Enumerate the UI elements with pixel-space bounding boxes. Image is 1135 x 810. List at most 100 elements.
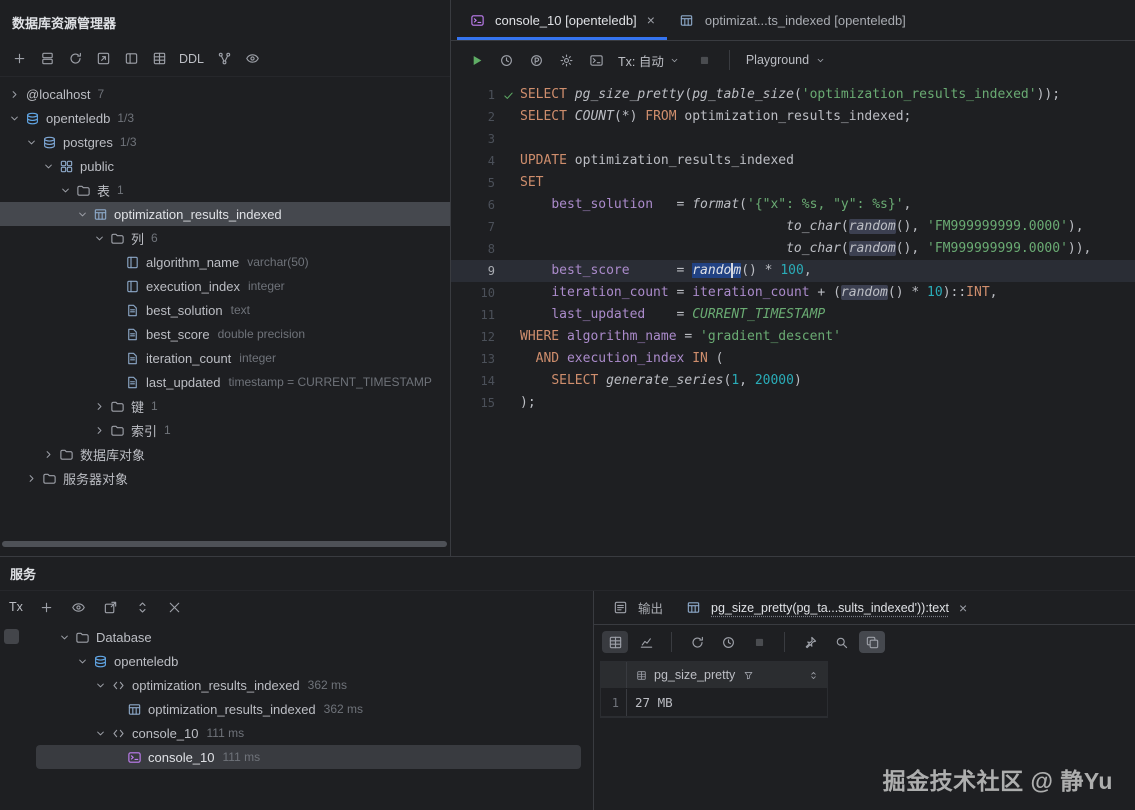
ddl-button[interactable]: DDL <box>174 49 209 69</box>
services-tree-item[interactable]: console_10 111 ms <box>36 745 581 769</box>
explorer-tree-item[interactable]: 列6 <box>0 226 450 250</box>
add-datasource-button[interactable] <box>6 48 32 70</box>
playground-select[interactable]: Playground <box>741 49 833 71</box>
chevron-right-icon[interactable] <box>91 422 107 438</box>
collapse-all-button[interactable] <box>162 596 188 618</box>
explorer-tree-item[interactable]: public <box>0 154 450 178</box>
expand-all-button[interactable] <box>130 596 156 618</box>
explorer-tree-item[interactable]: 服务器对象 <box>0 466 450 490</box>
results-tab[interactable]: 输出 <box>602 591 673 624</box>
open-console-button[interactable] <box>583 49 609 71</box>
code-line[interactable]: 3 <box>451 128 1135 150</box>
chevron-right-icon[interactable] <box>40 446 56 462</box>
services-tree-item[interactable]: console_10 111 ms <box>36 721 581 745</box>
grid-corner-cell[interactable] <box>601 662 627 688</box>
chevron-down-icon[interactable] <box>40 158 56 174</box>
chevron-down-icon[interactable] <box>57 182 73 198</box>
code-line[interactable]: 2 SELECT COUNT(*) FROM optimization_resul… <box>451 106 1135 128</box>
code-line[interactable]: 1 SELECT pg_size_pretty(pg_table_size('op… <box>451 84 1135 106</box>
explorer-tree-item[interactable]: 表1 <box>0 178 450 202</box>
layout-button[interactable] <box>118 48 144 70</box>
sql-editor[interactable]: 1 SELECT pg_size_pretty(pg_table_size('op… <box>451 79 1135 414</box>
tab-close-icon[interactable]: × <box>959 601 967 615</box>
explorer-tree-item[interactable]: postgres 1/3 <box>0 130 450 154</box>
settings-button[interactable] <box>553 49 579 71</box>
chevron-right-icon[interactable] <box>91 398 107 414</box>
chevron-right-icon[interactable] <box>23 470 39 486</box>
horizontal-scrollbar-thumb[interactable] <box>2 541 447 547</box>
services-tree-item[interactable]: optimization_results_indexed 362 ms <box>36 673 581 697</box>
explorer-tree-item[interactable]: last_updated timestamp = CURRENT_TIMESTAM… <box>0 370 450 394</box>
jump-to-ddl-button[interactable] <box>90 48 116 70</box>
stop-button[interactable] <box>692 49 718 71</box>
tx-filter[interactable]: Tx <box>4 597 28 617</box>
pin-tab-button[interactable] <box>797 631 823 653</box>
explorer-tree-item[interactable]: best_score double precision <box>0 322 450 346</box>
explorer-tree-item[interactable]: optimization_results_indexed <box>0 202 450 226</box>
reload-button[interactable] <box>684 631 710 653</box>
chevron-down-icon[interactable] <box>92 725 108 741</box>
services-rail-icon[interactable] <box>3 629 19 644</box>
tx-mode-select[interactable]: Tx: 自动 <box>613 48 688 73</box>
tab-close-icon[interactable]: × <box>647 13 655 27</box>
explorer-tree-item[interactable]: best_solution text <box>0 298 450 322</box>
grid-row[interactable]: 1 27 MB <box>601 689 827 717</box>
explorer-tree-item[interactable]: @localhost 7 <box>0 82 450 106</box>
tree-item-badge: 1 <box>164 423 171 437</box>
grid-view-button[interactable] <box>602 631 628 653</box>
chevron-down-icon[interactable] <box>91 230 107 246</box>
explain-plan-button[interactable] <box>523 49 549 71</box>
chevron-down-icon[interactable] <box>56 629 72 645</box>
grid-column-header[interactable]: pg_size_pretty <box>627 662 827 688</box>
execution-history-button[interactable] <box>493 49 519 71</box>
history-button[interactable] <box>715 631 741 653</box>
explorer-tree-item[interactable]: openteledb 1/3 <box>0 106 450 130</box>
code-line[interactable]: 14 SELECT generate_series(1, 20000) <box>451 370 1135 392</box>
explorer-tree-item[interactable]: iteration_count integer <box>0 346 450 370</box>
datasource-properties-button[interactable] <box>34 48 60 70</box>
services-tree-item[interactable]: optimization_results_indexed 362 ms <box>36 697 581 721</box>
editor-tab[interactable]: optimizat...ts_indexed [openteledb] <box>667 0 918 40</box>
chevron-down-icon[interactable] <box>74 653 90 669</box>
chevron-down-icon[interactable] <box>23 134 39 150</box>
services-tree-item[interactable]: Database <box>36 625 581 649</box>
view-options-button[interactable] <box>239 48 265 70</box>
refresh-button[interactable] <box>62 48 88 70</box>
search-button[interactable] <box>828 631 854 653</box>
run-button[interactable] <box>463 49 489 71</box>
explorer-tree-item[interactable]: execution_index integer <box>0 274 450 298</box>
chevron-down-icon[interactable] <box>74 206 90 222</box>
explorer-tree-item[interactable]: 数据库对象 <box>0 442 450 466</box>
code-line[interactable]: 13 AND execution_index IN ( <box>451 348 1135 370</box>
export-button[interactable] <box>859 631 885 653</box>
add-service-button[interactable] <box>34 596 60 618</box>
explorer-tree-item[interactable]: algorithm_name varchar(50) <box>0 250 450 274</box>
stop-icon <box>751 634 767 650</box>
chart-view-button[interactable] <box>633 631 659 653</box>
code-line[interactable]: 8 to_char(random(), 'FM999999999.0000'))… <box>451 238 1135 260</box>
code-line[interactable]: 6 best_solution = format('{"x": %s, "y":… <box>451 194 1135 216</box>
view-options-button[interactable] <box>66 596 92 618</box>
code-segment: SELECT <box>520 109 567 124</box>
code-line[interactable]: 9 best_score = rando m() * 100, <box>451 260 1135 282</box>
code-line[interactable]: 7 to_char(random(), 'FM999999999.0000'), <box>451 216 1135 238</box>
open-in-new-button[interactable] <box>98 596 124 618</box>
chevron-down-icon[interactable] <box>92 677 108 693</box>
editor-tab[interactable]: console_10 [openteledb] × <box>457 0 667 40</box>
code-line[interactable]: 12 WHERE algorithm_name = 'gradient_desce… <box>451 326 1135 348</box>
results-tab[interactable]: pg_size_pretty(pg_ta...sults_indexed')):… <box>675 591 977 624</box>
code-line[interactable]: 5 SET <box>451 172 1135 194</box>
code-line[interactable]: 15); <box>451 392 1135 414</box>
stop-button[interactable] <box>746 631 772 653</box>
diagram-button[interactable] <box>211 48 237 70</box>
services-tree-item[interactable]: openteledb <box>36 649 581 673</box>
chevron-right-icon[interactable] <box>6 86 22 102</box>
explorer-tree-item[interactable]: 索引 1 <box>0 418 450 442</box>
code-line[interactable]: 4 UPDATE optimization_results_indexed <box>451 150 1135 172</box>
explorer-tree-item[interactable]: 键1 <box>0 394 450 418</box>
chevron-down-icon[interactable] <box>6 110 22 126</box>
open-table-button[interactable] <box>146 48 172 70</box>
cell-value[interactable]: 27 MB <box>627 689 827 716</box>
code-line[interactable]: 10 iteration_count = iteration_count + (… <box>451 282 1135 304</box>
code-line[interactable]: 11 last_updated = CURRENT_TIMESTAMP <box>451 304 1135 326</box>
